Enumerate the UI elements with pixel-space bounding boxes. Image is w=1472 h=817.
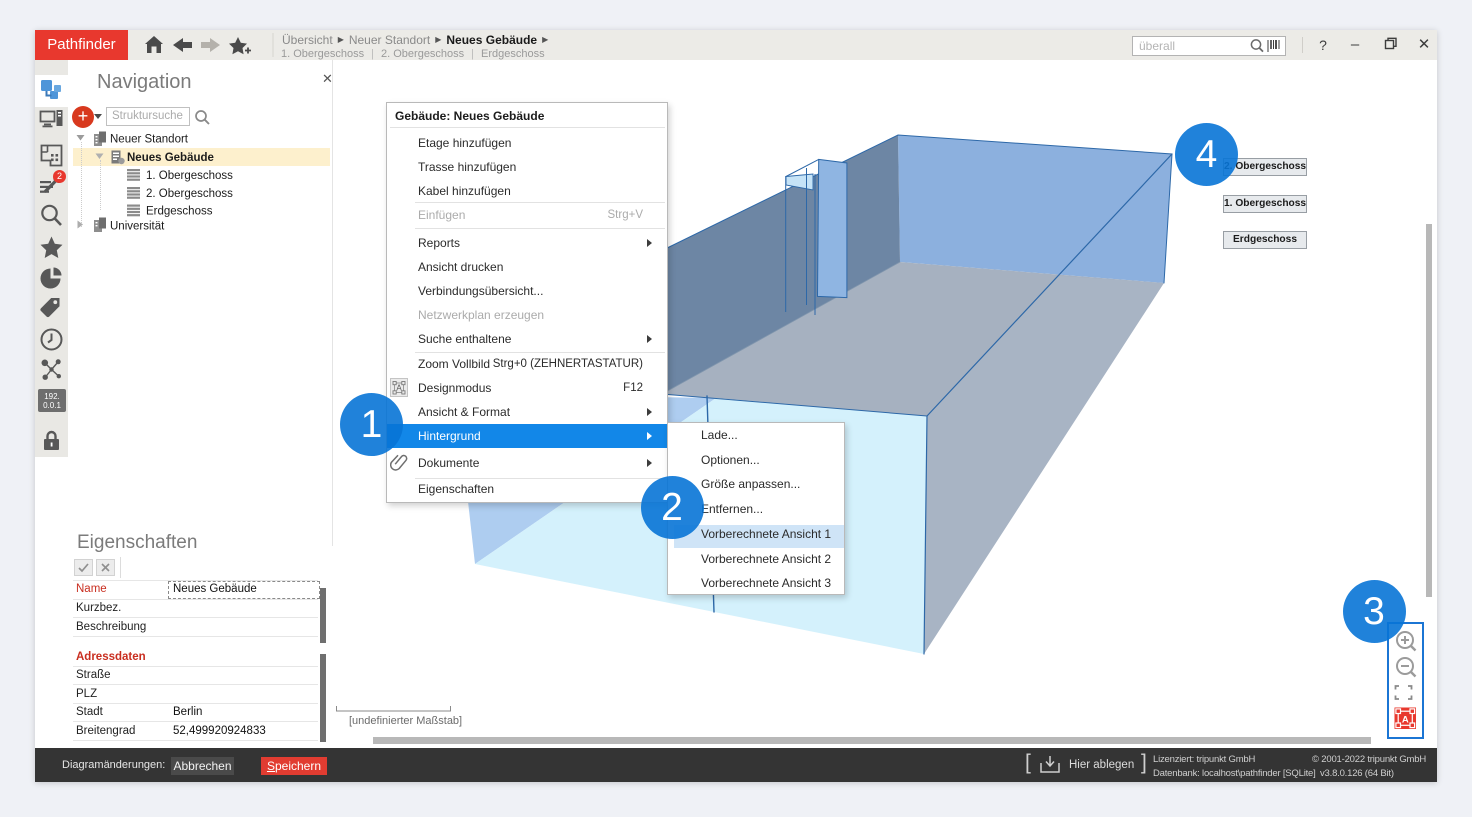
svg-text:A: A	[1402, 714, 1409, 725]
svg-text:[undefinierter Maßstab]: [undefinierter Maßstab]	[349, 715, 462, 727]
